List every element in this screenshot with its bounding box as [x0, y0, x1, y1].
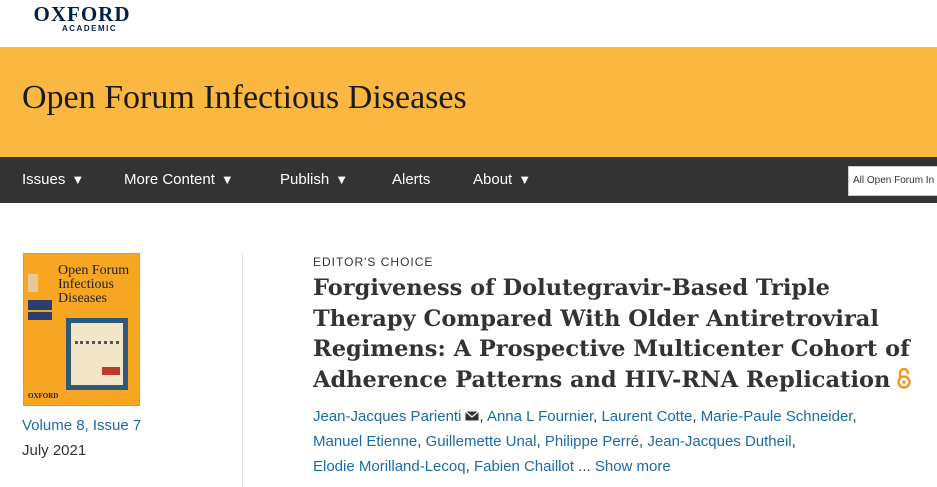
cover-badge	[28, 312, 52, 320]
author-link[interactable]: Elodie Morilland-Lecoq	[313, 458, 466, 475]
article-category: EDITOR'S CHOICE	[313, 255, 434, 269]
author-separator: ,	[852, 408, 857, 425]
issue-date: July 2021	[22, 442, 87, 459]
cover-footer: OXFORD	[28, 392, 59, 400]
author-link[interactable]: Anna L Fournier	[487, 408, 593, 425]
author-link[interactable]: Laurent Cotte	[601, 408, 692, 425]
search-scope-select[interactable]: All Open Forum In	[848, 166, 937, 196]
author-link[interactable]: Manuel Etienne	[313, 433, 417, 450]
top-brand-bar: OXFORD ACADEMIC	[0, 0, 937, 47]
author-link[interactable]: Jean-Jacques Dutheil	[647, 433, 791, 450]
logo-publisher: OXFORD	[33, 2, 131, 26]
chevron-down-icon: ▼	[518, 172, 532, 187]
chevron-down-icon: ▼	[220, 172, 234, 187]
article-title-text: Forgiveness of Dolutegravir-Based Triple…	[313, 275, 910, 393]
author-separator: ,	[791, 433, 796, 450]
author-separator: ,	[479, 408, 487, 425]
author-list: Jean-Jacques Parienti, Anna L Fournier, …	[313, 404, 933, 479]
author-separator: ,	[417, 433, 426, 450]
article-title: Forgiveness of Dolutegravir-Based Triple…	[313, 273, 933, 395]
issue-cover-image[interactable]: Open Forum Infectious Diseases OXFORD	[23, 253, 140, 406]
author-link[interactable]: Jean-Jacques Parienti	[313, 408, 461, 425]
column-divider	[242, 253, 243, 487]
main-nav: Issues ▼ More Content ▼ Publish ▼ Alerts Ab…	[0, 157, 937, 203]
cover-title: Open Forum Infectious Diseases	[58, 263, 130, 306]
author-separator: ,	[465, 458, 474, 475]
author-separator: ,	[692, 408, 701, 425]
nav-item-publish[interactable]: Publish ▼	[280, 157, 348, 203]
issue-volume-link[interactable]: Volume 8, Issue 7	[22, 417, 141, 434]
nav-item-more-content[interactable]: More Content ▼	[124, 157, 234, 203]
author-link[interactable]: Marie-Paule Schneider	[701, 408, 853, 425]
nav-label: Alerts	[392, 171, 431, 188]
cover-decoration	[28, 274, 38, 292]
show-more-authors-link[interactable]: Show more	[595, 458, 671, 475]
author-link[interactable]: Guillemette Unal	[426, 433, 537, 450]
cover-artwork-accent	[102, 367, 120, 375]
oxford-academic-logo[interactable]: OXFORD ACADEMIC	[22, 3, 142, 33]
chevron-down-icon: ▼	[335, 172, 349, 187]
cover-badge	[28, 300, 52, 310]
cover-artwork-figures	[75, 341, 119, 361]
authors-ellipsis: ...	[578, 458, 591, 475]
cover-artwork	[66, 318, 128, 390]
envelope-icon[interactable]	[465, 410, 480, 422]
nav-label: More Content	[124, 171, 215, 188]
nav-item-alerts[interactable]: Alerts	[392, 157, 430, 203]
author-link[interactable]: Fabien Chaillot	[474, 458, 574, 475]
nav-label: Issues	[22, 171, 66, 188]
nav-item-issues[interactable]: Issues ▼	[22, 157, 84, 203]
journal-banner: Open Forum Infectious Diseases	[0, 47, 937, 157]
nav-item-about[interactable]: About ▼	[473, 157, 531, 203]
nav-label: About	[473, 171, 513, 188]
author-link[interactable]: Philippe Perré	[545, 433, 639, 450]
author-separator: ,	[536, 433, 545, 450]
nav-label: Publish	[280, 171, 330, 188]
open-access-lock-icon	[897, 367, 912, 389]
chevron-down-icon: ▼	[71, 172, 85, 187]
journal-title[interactable]: Open Forum Infectious Diseases	[22, 79, 467, 117]
